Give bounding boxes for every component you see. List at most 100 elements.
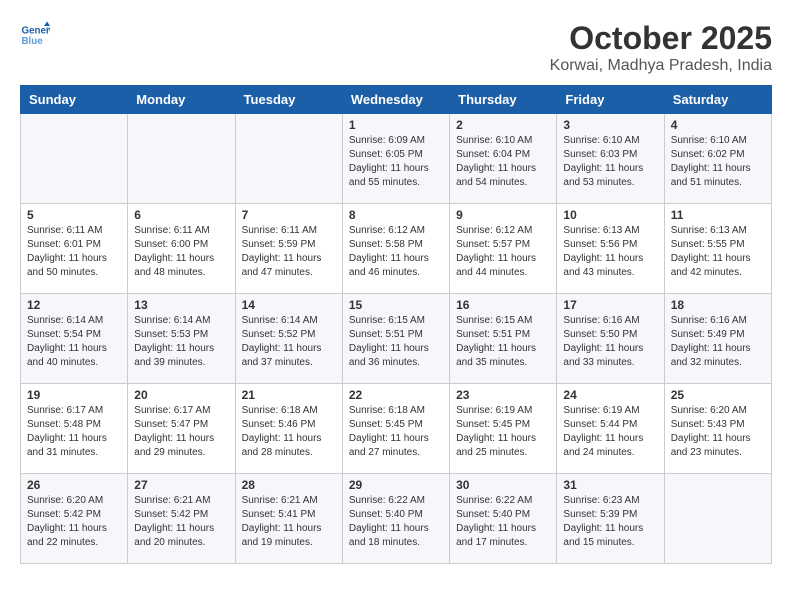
day-number: 8 [349, 208, 443, 222]
week-row-3: 12 Sunrise: 6:14 AM Sunset: 5:54 PM Dayli… [21, 294, 772, 384]
day-cell: 10 Sunrise: 6:13 AM Sunset: 5:56 PM Dayli… [557, 204, 664, 294]
day-number: 6 [134, 208, 228, 222]
header-cell-saturday: Saturday [664, 86, 771, 114]
day-cell: 6 Sunrise: 6:11 AM Sunset: 6:00 PM Daylig… [128, 204, 235, 294]
day-cell: 12 Sunrise: 6:14 AM Sunset: 5:54 PM Dayli… [21, 294, 128, 384]
day-info: Sunrise: 6:15 AM Sunset: 5:51 PM Dayligh… [456, 314, 550, 370]
day-cell: 4 Sunrise: 6:10 AM Sunset: 6:02 PM Daylig… [664, 114, 771, 204]
day-number: 22 [349, 388, 443, 402]
day-info: Sunrise: 6:22 AM Sunset: 5:40 PM Dayligh… [456, 494, 550, 550]
day-number: 27 [134, 478, 228, 492]
day-info: Sunrise: 6:18 AM Sunset: 5:46 PM Dayligh… [242, 404, 336, 460]
day-info: Sunrise: 6:10 AM Sunset: 6:02 PM Dayligh… [671, 134, 765, 190]
header-cell-tuesday: Tuesday [235, 86, 342, 114]
day-info: Sunrise: 6:10 AM Sunset: 6:03 PM Dayligh… [563, 134, 657, 190]
day-cell: 11Sunrise: 6:13 AM Sunset: 5:55 PM Dayli… [664, 204, 771, 294]
day-number: 13 [134, 298, 228, 312]
calendar-title: October 2025 [550, 20, 772, 57]
day-number: 25 [671, 388, 765, 402]
day-cell [21, 114, 128, 204]
day-number: 21 [242, 388, 336, 402]
day-info: Sunrise: 6:21 AM Sunset: 5:41 PM Dayligh… [242, 494, 336, 550]
header-cell-friday: Friday [557, 86, 664, 114]
header-row: SundayMondayTuesdayWednesdayThursdayFrid… [21, 86, 772, 114]
day-number: 5 [27, 208, 121, 222]
day-info: Sunrise: 6:20 AM Sunset: 5:42 PM Dayligh… [27, 494, 121, 550]
day-number: 7 [242, 208, 336, 222]
day-cell: 14Sunrise: 6:14 AM Sunset: 5:52 PM Dayli… [235, 294, 342, 384]
day-number: 10 [563, 208, 657, 222]
logo-icon: General Blue [20, 20, 50, 50]
week-row-2: 5 Sunrise: 6:11 AM Sunset: 6:01 PM Daylig… [21, 204, 772, 294]
day-cell: 24 Sunrise: 6:19 AM Sunset: 5:44 PM Dayli… [557, 384, 664, 474]
day-info: Sunrise: 6:16 AM Sunset: 5:50 PM Dayligh… [563, 314, 657, 370]
day-number: 29 [349, 478, 443, 492]
day-number: 23 [456, 388, 550, 402]
day-number: 12 [27, 298, 121, 312]
day-info: Sunrise: 6:21 AM Sunset: 5:42 PM Dayligh… [134, 494, 228, 550]
day-number: 17 [563, 298, 657, 312]
day-cell: 26 Sunrise: 6:20 AM Sunset: 5:42 PM Dayli… [21, 474, 128, 564]
day-cell [128, 114, 235, 204]
day-info: Sunrise: 6:13 AM Sunset: 5:56 PM Dayligh… [563, 224, 657, 280]
day-number: 15 [349, 298, 443, 312]
day-info: Sunrise: 6:11 AM Sunset: 5:59 PM Dayligh… [242, 224, 336, 280]
day-number: 19 [27, 388, 121, 402]
day-cell: 19Sunrise: 6:17 AM Sunset: 5:48 PM Dayli… [21, 384, 128, 474]
day-cell: 23Sunrise: 6:19 AM Sunset: 5:45 PM Dayli… [450, 384, 557, 474]
day-number: 26 [27, 478, 121, 492]
day-number: 11 [671, 208, 765, 222]
day-cell: 2Sunrise: 6:10 AM Sunset: 6:04 PM Daylig… [450, 114, 557, 204]
header-cell-wednesday: Wednesday [342, 86, 449, 114]
day-number: 9 [456, 208, 550, 222]
day-info: Sunrise: 6:16 AM Sunset: 5:49 PM Dayligh… [671, 314, 765, 370]
week-row-5: 26 Sunrise: 6:20 AM Sunset: 5:42 PM Dayli… [21, 474, 772, 564]
day-cell: 18 Sunrise: 6:16 AM Sunset: 5:49 PM Dayli… [664, 294, 771, 384]
day-cell [664, 474, 771, 564]
day-cell: 3 Sunrise: 6:10 AM Sunset: 6:03 PM Daylig… [557, 114, 664, 204]
calendar-table: SundayMondayTuesdayWednesdayThursdayFrid… [20, 85, 772, 564]
day-number: 1 [349, 118, 443, 132]
day-cell: 22 Sunrise: 6:18 AM Sunset: 5:45 PM Dayli… [342, 384, 449, 474]
day-number: 31 [563, 478, 657, 492]
day-cell: 27 Sunrise: 6:21 AM Sunset: 5:42 PM Dayli… [128, 474, 235, 564]
day-cell: 5 Sunrise: 6:11 AM Sunset: 6:01 PM Daylig… [21, 204, 128, 294]
day-cell: 7 Sunrise: 6:11 AM Sunset: 5:59 PM Daylig… [235, 204, 342, 294]
header-cell-thursday: Thursday [450, 86, 557, 114]
day-info: Sunrise: 6:15 AM Sunset: 5:51 PM Dayligh… [349, 314, 443, 370]
day-number: 28 [242, 478, 336, 492]
day-number: 18 [671, 298, 765, 312]
day-number: 16 [456, 298, 550, 312]
day-info: Sunrise: 6:20 AM Sunset: 5:43 PM Dayligh… [671, 404, 765, 460]
day-cell: 28 Sunrise: 6:21 AM Sunset: 5:41 PM Dayli… [235, 474, 342, 564]
day-cell: 17 Sunrise: 6:16 AM Sunset: 5:50 PM Dayli… [557, 294, 664, 384]
svg-text:General: General [22, 26, 51, 37]
day-cell: 21 Sunrise: 6:18 AM Sunset: 5:46 PM Dayli… [235, 384, 342, 474]
day-info: Sunrise: 6:11 AM Sunset: 6:01 PM Dayligh… [27, 224, 121, 280]
day-info: Sunrise: 6:23 AM Sunset: 5:39 PM Dayligh… [563, 494, 657, 550]
day-info: Sunrise: 6:22 AM Sunset: 5:40 PM Dayligh… [349, 494, 443, 550]
day-number: 20 [134, 388, 228, 402]
day-info: Sunrise: 6:14 AM Sunset: 5:54 PM Dayligh… [27, 314, 121, 370]
logo: General Blue General Blue [20, 20, 50, 50]
day-number: 30 [456, 478, 550, 492]
day-info: Sunrise: 6:17 AM Sunset: 5:47 PM Dayligh… [134, 404, 228, 460]
day-number: 3 [563, 118, 657, 132]
day-cell: 13Sunrise: 6:14 AM Sunset: 5:53 PM Dayli… [128, 294, 235, 384]
day-info: Sunrise: 6:09 AM Sunset: 6:05 PM Dayligh… [349, 134, 443, 190]
day-number: 2 [456, 118, 550, 132]
header-cell-monday: Monday [128, 86, 235, 114]
day-cell: 15 Sunrise: 6:15 AM Sunset: 5:51 PM Dayli… [342, 294, 449, 384]
day-cell: 29 Sunrise: 6:22 AM Sunset: 5:40 PM Dayli… [342, 474, 449, 564]
day-number: 24 [563, 388, 657, 402]
day-number: 4 [671, 118, 765, 132]
day-cell [235, 114, 342, 204]
day-info: Sunrise: 6:18 AM Sunset: 5:45 PM Dayligh… [349, 404, 443, 460]
day-cell: 31 Sunrise: 6:23 AM Sunset: 5:39 PM Dayli… [557, 474, 664, 564]
day-cell: 25 Sunrise: 6:20 AM Sunset: 5:43 PM Dayli… [664, 384, 771, 474]
day-info: Sunrise: 6:19 AM Sunset: 5:44 PM Dayligh… [563, 404, 657, 460]
day-cell: 20 Sunrise: 6:17 AM Sunset: 5:47 PM Dayli… [128, 384, 235, 474]
calendar-subtitle: Korwai, Madhya Pradesh, India [550, 57, 772, 75]
day-info: Sunrise: 6:11 AM Sunset: 6:00 PM Dayligh… [134, 224, 228, 280]
header-cell-sunday: Sunday [21, 86, 128, 114]
